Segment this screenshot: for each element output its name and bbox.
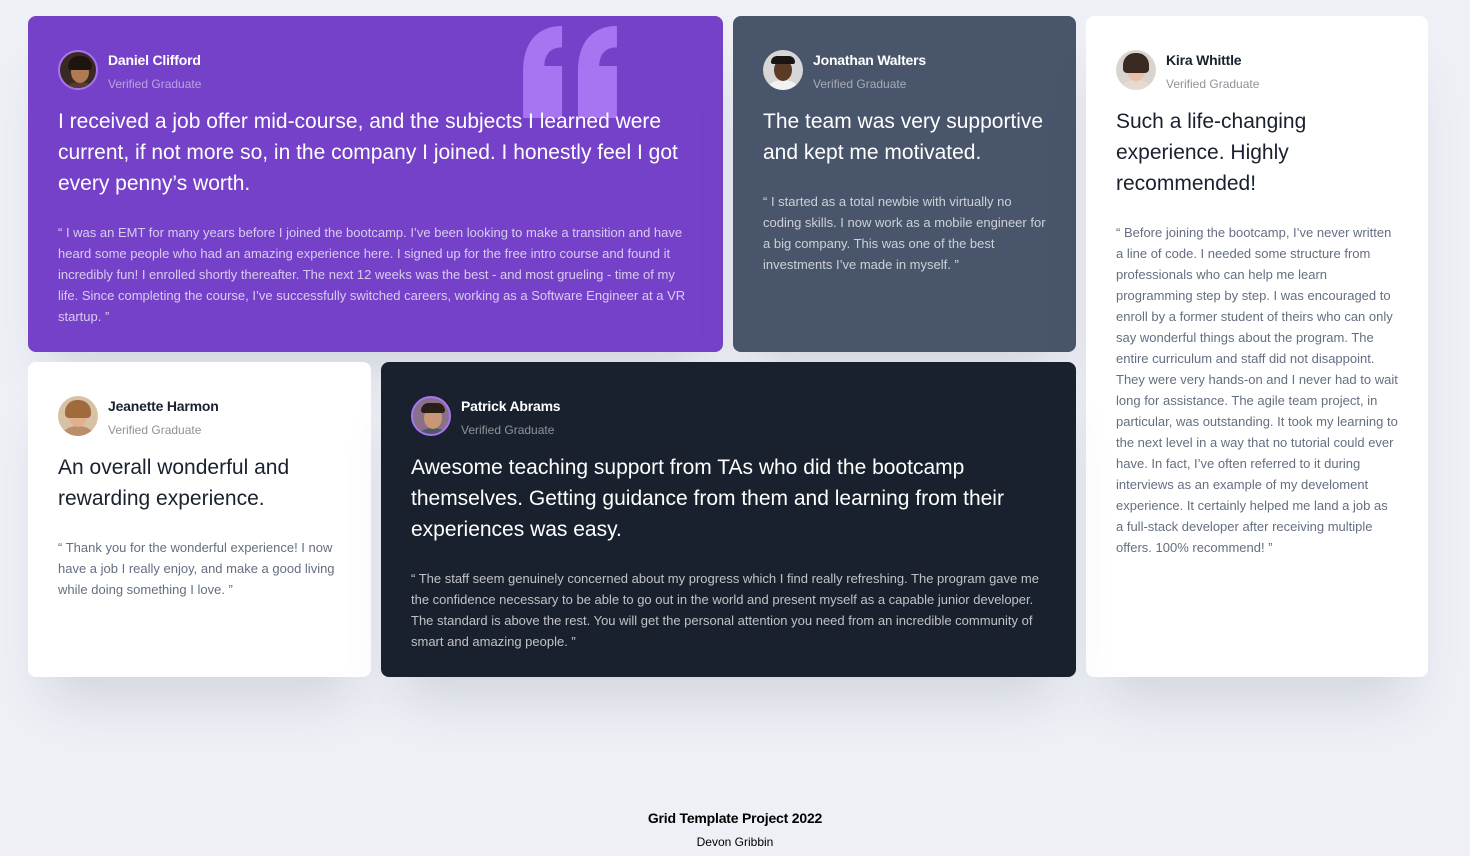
page-footer: Grid Template Project 2022 Devon Gribbin [0,810,1470,849]
testimonial-card-kira-whittle: Kira Whittle Verified Graduate Such a li… [1086,16,1428,677]
testimonials-grid: Daniel Clifford Verified Graduate I rece… [28,16,1428,677]
footer-author: Devon Gribbin [696,835,774,849]
author-role: Verified Graduate [108,76,202,91]
author-header: Daniel Clifford Verified Graduate [58,50,693,90]
testimonial-quote: “ I started as a total newbie with virtu… [763,194,1046,272]
avatar [58,50,98,90]
author-name: Jeanette Harmon [108,397,219,414]
testimonial-card-daniel-clifford: Daniel Clifford Verified Graduate I rece… [28,16,723,352]
testimonial-quote: “ The staff seem genuinely concerned abo… [411,571,1039,649]
avatar [763,50,803,90]
testimonial-quote: “ Thank you for the wonderful experience… [58,540,335,597]
author-role: Verified Graduate [1166,76,1260,91]
author-role: Verified Graduate [108,422,202,437]
author-role: Verified Graduate [461,422,555,437]
testimonial-headline: I received a job offer mid-course, and t… [58,110,678,195]
avatar [58,396,98,436]
author-name: Daniel Clifford [108,51,201,68]
testimonial-card-jonathan-walters: Jonathan Walters Verified Graduate The t… [733,16,1076,352]
author-role: Verified Graduate [813,76,907,91]
testimonial-headline: An overall wonderful and rewarding exper… [58,456,290,510]
testimonial-quote: “ I was an EMT for many years before I j… [58,225,686,324]
author-header: Patrick Abrams Verified Graduate [411,396,1046,436]
testimonial-headline: The team was very supportive and kept me… [763,110,1044,164]
author-name: Jonathan Walters [813,51,926,68]
author-header: Jonathan Walters Verified Graduate [763,50,1046,90]
testimonial-card-jeanette-harmon: Jeanette Harmon Verified Graduate An ove… [28,362,371,677]
author-header: Kira Whittle Verified Graduate [1116,50,1398,90]
testimonial-card-patrick-abrams: Patrick Abrams Verified Graduate Awesome… [381,362,1076,677]
avatar [411,396,451,436]
testimonial-headline: Awesome teaching support from TAs who di… [411,456,1004,541]
footer-title: Grid Template Project 2022 [647,810,823,826]
author-name: Patrick Abrams [461,397,561,414]
author-header: Jeanette Harmon Verified Graduate [58,396,341,436]
author-name: Kira Whittle [1166,51,1242,68]
avatar [1116,50,1156,90]
testimonial-quote: “ Before joining the bootcamp, I’ve neve… [1116,225,1398,555]
testimonial-headline: Such a life-changing experience. Highly … [1116,110,1307,195]
